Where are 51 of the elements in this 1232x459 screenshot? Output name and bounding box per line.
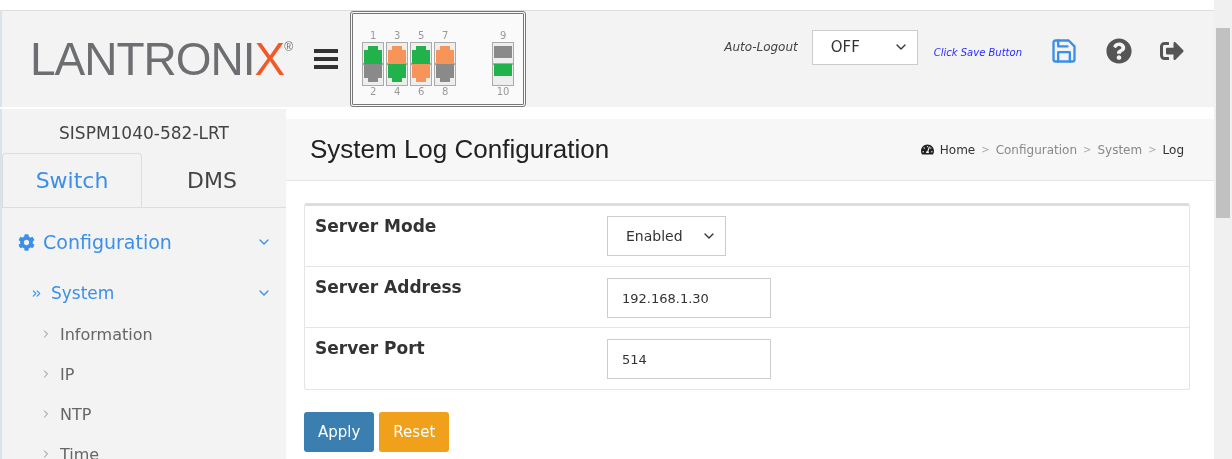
- port-number: 9: [498, 30, 508, 42]
- menu-label: Information: [60, 324, 153, 344]
- menu-item[interactable]: Configuration: [2, 212, 286, 272]
- port-number: 3: [392, 30, 402, 42]
- device-name: SISPM1040-582-LRT: [58, 122, 230, 145]
- menu-label: Configuration: [43, 231, 172, 253]
- menu-item[interactable]: System: [2, 272, 286, 314]
- port-number: 10: [495, 86, 511, 98]
- port-number: 4: [392, 86, 402, 98]
- save-hint: Click Save Button: [933, 46, 1022, 58]
- port-number: 7: [440, 30, 450, 42]
- field-label: Server Address: [315, 277, 463, 299]
- port-number: 6: [416, 86, 426, 98]
- menu-label: IP: [60, 364, 75, 384]
- breadcrumb-link[interactable]: Log: [1162, 142, 1184, 157]
- breadcrumb-link[interactable]: Configuration: [995, 142, 1078, 157]
- menu-item[interactable]: NTP: [2, 394, 286, 434]
- port-number: 1: [368, 30, 378, 42]
- menu-label: System: [51, 283, 115, 303]
- help-icon[interactable]: [1106, 38, 1132, 64]
- menu-item[interactable]: Time: [2, 434, 286, 459]
- action-button[interactable]: Apply: [304, 412, 375, 452]
- gear-icon: [18, 233, 35, 251]
- breadcrumb-separator: >: [1148, 144, 1157, 155]
- port-number: 5: [416, 30, 426, 42]
- input-field[interactable]: 514: [607, 339, 771, 379]
- tab[interactable]: Switch: [2, 153, 142, 207]
- breadcrumb-separator: >: [981, 144, 990, 155]
- menu-icon[interactable]: [314, 49, 339, 69]
- breadcrumb-link[interactable]: System: [1097, 142, 1143, 157]
- field-label: Server Mode: [315, 216, 438, 238]
- menu-label: NTP: [60, 404, 92, 424]
- auto-logout-label: Auto-Logout: [724, 40, 798, 54]
- menu-item[interactable]: Information: [2, 314, 286, 354]
- breadcrumb-separator: >: [1083, 144, 1092, 155]
- select-field[interactable]: Enabled: [607, 216, 726, 256]
- tab[interactable]: DMS: [142, 153, 282, 207]
- menu-item[interactable]: IP: [2, 354, 286, 394]
- scrollbar[interactable]: [1214, 0, 1232, 459]
- dashboard-icon: [920, 143, 934, 156]
- auto-logout-select[interactable]: OFF: [811, 29, 918, 65]
- port-number: 2: [368, 86, 378, 98]
- port-number: 8: [440, 86, 450, 98]
- menu-label: Time: [60, 444, 100, 459]
- input-field[interactable]: 192.168.1.30: [607, 278, 771, 318]
- save-icon[interactable]: [1050, 37, 1078, 65]
- field-label: Server Port: [315, 338, 426, 360]
- page-title: System Log Configuration: [310, 134, 610, 165]
- breadcrumb-link[interactable]: Home: [939, 142, 976, 157]
- logout-icon[interactable]: [1160, 39, 1184, 63]
- logo: LANTRONIX®: [30, 32, 293, 86]
